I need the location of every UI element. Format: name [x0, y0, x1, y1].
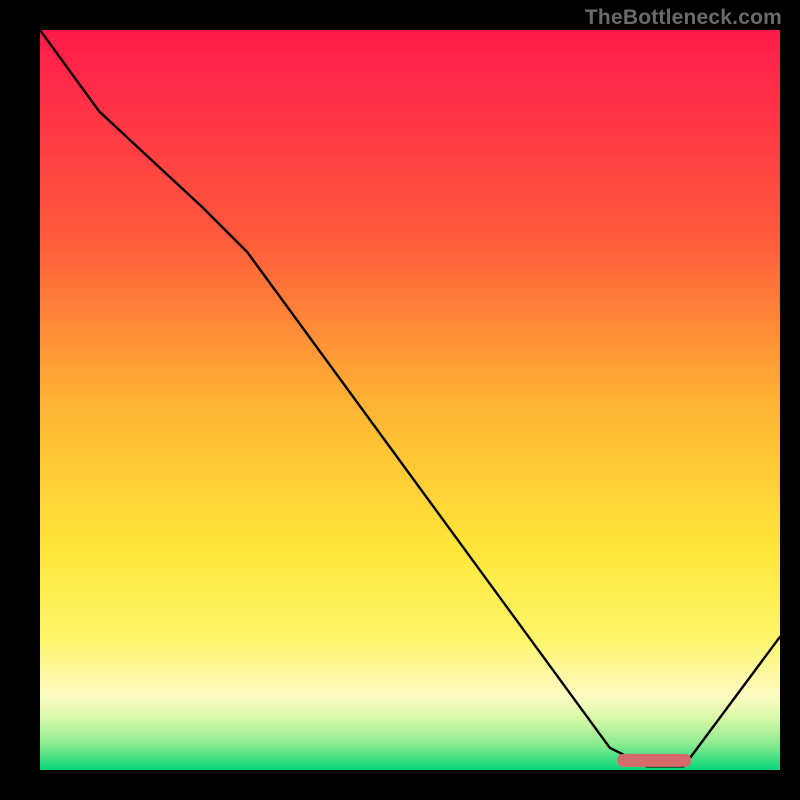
gradient-background [40, 30, 780, 770]
target-range-marker [617, 754, 691, 767]
plot-area [40, 30, 780, 770]
chart-frame: TheBottleneck.com [0, 0, 800, 800]
watermark-text: TheBottleneck.com [585, 6, 782, 30]
bottleneck-chart [40, 30, 780, 770]
